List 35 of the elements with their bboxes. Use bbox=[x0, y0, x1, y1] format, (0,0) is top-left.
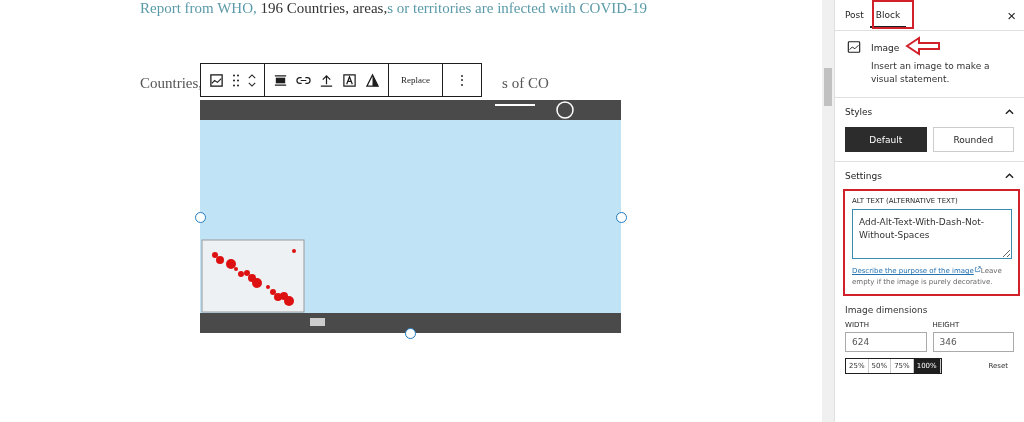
section-label: Image dimensions bbox=[845, 305, 929, 315]
upload-icon[interactable] bbox=[319, 72, 334, 88]
replace-button[interactable]: Replace bbox=[397, 71, 434, 89]
height-field[interactable]: 346 bbox=[932, 332, 1014, 352]
block-title: Image bbox=[871, 43, 900, 53]
sidebar-tab[interactable]: Post bbox=[839, 2, 870, 28]
resize-handle[interactable] bbox=[405, 328, 416, 339]
image-icon bbox=[847, 40, 861, 54]
image-icon[interactable] bbox=[209, 72, 224, 88]
resize-handle[interactable] bbox=[616, 212, 627, 223]
more-options-button[interactable]: ⋮ bbox=[451, 67, 473, 93]
paragraph-text: Report from WHO, 196 Countries, areas,s or territories are infected with COVID-19 bbox=[140, 0, 649, 17]
duotone-icon[interactable] bbox=[365, 72, 380, 88]
style-option-button[interactable]: Rounded bbox=[932, 127, 1014, 152]
style-option-button[interactable]: Default bbox=[845, 127, 927, 152]
align-icon[interactable] bbox=[273, 72, 288, 88]
chevron-icon[interactable] bbox=[1005, 172, 1014, 179]
text-overlay-icon[interactable] bbox=[342, 72, 357, 88]
paragraph-text: s of CO bbox=[502, 74, 549, 92]
resize-handle[interactable] bbox=[195, 212, 206, 223]
scrollbar-thumb[interactable] bbox=[824, 68, 832, 106]
highlight-annotation bbox=[872, 0, 914, 29]
sidebar-tab[interactable]: Block bbox=[869, 2, 907, 28]
paragraph-text: Countries, bbox=[140, 74, 203, 92]
width-field[interactable]: 624 bbox=[845, 332, 927, 352]
panel-title: Settings bbox=[845, 170, 882, 181]
panel-title: Styles bbox=[845, 106, 873, 117]
close-button[interactable]: × bbox=[1007, 6, 1016, 24]
move-arrows-icon[interactable] bbox=[248, 72, 256, 88]
external-link-icon bbox=[973, 266, 981, 273]
chevron-icon[interactable] bbox=[1005, 108, 1014, 115]
block-description: Insert an image to make a visual statement. bbox=[871, 60, 991, 86]
alt-text-field[interactable]: Add-Alt-Text-With-Dash-Not-Without-Spaces bbox=[852, 209, 1012, 259]
arrow-annotation bbox=[905, 36, 942, 56]
drag-handle-icon[interactable] bbox=[232, 72, 240, 88]
